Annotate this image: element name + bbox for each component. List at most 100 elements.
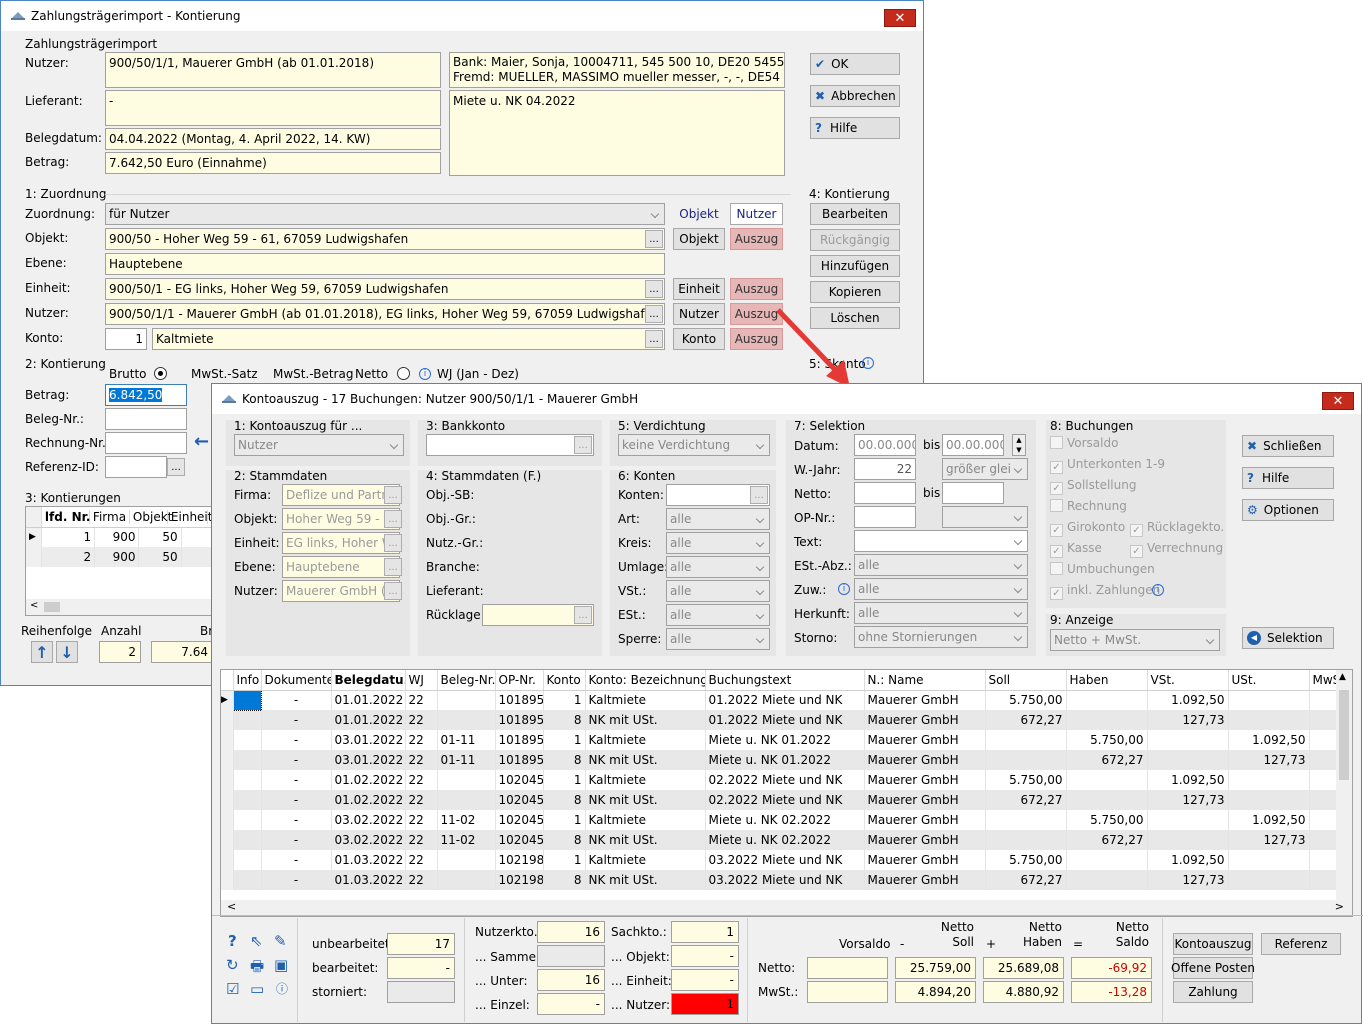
brutto-radio[interactable]: [154, 367, 167, 380]
hilfe-button[interactable]: ? Hilfe: [810, 117, 900, 139]
checkbox-icon[interactable]: ☑: [226, 980, 239, 998]
ebene-browse-button[interactable]: ...: [384, 558, 402, 576]
inkl-zahlungen-checkbox[interactable]: ✓ inkl. Zahlungen: [1050, 583, 1160, 600]
table-row[interactable]: ▶1900501: [26, 527, 212, 547]
grid-header[interactable]: Info: [233, 670, 262, 691]
table-row[interactable]: -03.01.2022 22 01-11 101895 8 NK mit USt. Miet…: [221, 750, 1352, 770]
close-button[interactable]: ✕: [1322, 392, 1354, 410]
girokonto-checkbox[interactable]: ✓ Girokonto: [1050, 520, 1125, 537]
einheit-button[interactable]: Einheit: [673, 278, 725, 300]
referenz-button[interactable]: Referenz: [1261, 933, 1341, 955]
beleg-nr-field[interactable]: [105, 408, 187, 430]
einheit-field[interactable]: 900/50/1 - EG links, Hoher Weg 59, 67059…: [105, 278, 665, 300]
kontierungen-header[interactable]: Objekt: [130, 509, 172, 524]
grid-vscroll[interactable]: ▲: [1336, 670, 1352, 900]
kontierungen-header[interactable]: lfd. Nr.: [42, 509, 90, 524]
rueckgaengig-button[interactable]: Rückgängig: [810, 229, 900, 251]
refresh-icon[interactable]: ↻: [226, 956, 239, 974]
grid-header[interactable]: USt.: [1228, 670, 1310, 691]
office-icon[interactable]: ▣: [274, 956, 288, 974]
umbuchungen-checkbox[interactable]: Umbuchungen: [1050, 562, 1155, 577]
ebene-field[interactable]: Hauptebene: [105, 253, 665, 275]
einheit-auszug-button[interactable]: Auszug: [730, 278, 783, 300]
zuw-select[interactable]: alle: [854, 578, 1028, 600]
selektion-button[interactable]: ◀ Selektion: [1242, 627, 1334, 649]
netto-bis-field[interactable]: [942, 482, 1004, 504]
objekt-auszug-button[interactable]: Auszug: [730, 228, 783, 250]
herkunft-select[interactable]: alle: [854, 602, 1028, 624]
monitor-icon[interactable]: ▭: [250, 980, 264, 998]
arrow-left-icon[interactable]: ←: [194, 431, 209, 452]
table-row[interactable]: -03.02.2022 22 11-02 102045 8 NK mit USt. Miet…: [221, 830, 1352, 850]
table-row[interactable]: ▶ -01.01.2022 22 101895 1 Kaltmiete 01.2022 Mi…: [221, 689, 1352, 711]
est-select[interactable]: alle: [666, 604, 770, 626]
anzeige-select[interactable]: Netto + MwSt.: [1050, 629, 1220, 651]
move-up-button[interactable]: ↑: [31, 641, 53, 663]
rechnung-nr-field[interactable]: [105, 432, 187, 454]
kontierungen-hscroll[interactable]: <: [26, 599, 212, 615]
tab-objekt[interactable]: Objekt: [673, 203, 725, 225]
nutzer-field[interactable]: 900/50/1/1 - Mauerer GmbH (ab 01.01.2018…: [105, 303, 665, 325]
hilfe-button[interactable]: ? Hilfe: [1242, 467, 1334, 489]
ruecklage-browse-button[interactable]: ...: [574, 606, 592, 624]
netto-von-field[interactable]: [854, 482, 916, 504]
optionen-button[interactable]: ⚙ Optionen: [1242, 499, 1334, 521]
verdichtung-select[interactable]: keine Verdichtung: [618, 434, 770, 456]
grid-header[interactable]: Konto: [543, 670, 586, 691]
objekt-browse-button[interactable]: ...: [645, 230, 663, 248]
grid-header[interactable]: Konto: Bezeichnung: [585, 670, 706, 691]
table-row[interactable]: -03.01.2022 22 01-11 101895 1 Kaltmiete Miete …: [221, 730, 1352, 750]
grid-header[interactable]: VSt.: [1147, 670, 1229, 691]
grid-header[interactable]: WJ: [405, 670, 438, 691]
kontoauszug-fuer-select[interactable]: Nutzer: [234, 434, 404, 456]
kasse-checkbox[interactable]: ✓ Kasse: [1050, 541, 1102, 558]
abbrechen-button[interactable]: ✖ Abbrechen: [810, 85, 900, 107]
grid-header[interactable]: Beleg-Nr.: [437, 670, 496, 691]
estabz-select[interactable]: alle: [854, 554, 1028, 576]
einheit-browse-button[interactable]: ...: [384, 534, 402, 552]
referenz-browse-button[interactable]: ...: [167, 458, 185, 476]
table-row[interactable]: -01.02.2022 22 102045 8 NK mit USt. 02.2022 M…: [221, 790, 1352, 810]
kontierungen-header[interactable]: Einheit: [168, 509, 212, 524]
ruecklagekto-checkbox[interactable]: ✓ Rücklagekto.: [1130, 520, 1224, 537]
objekt-browse-button[interactable]: ...: [384, 510, 402, 528]
grid-header[interactable]: Soll: [985, 670, 1067, 691]
objekt-button[interactable]: Objekt: [673, 228, 725, 250]
tab-nutzer[interactable]: Nutzer: [730, 203, 783, 225]
opnr-select[interactable]: [942, 506, 1028, 528]
grid-header[interactable]: Belegdatu...: [331, 670, 406, 691]
konto-button[interactable]: Konto: [673, 328, 725, 350]
bankkonto-field[interactable]: [426, 434, 594, 456]
datum-spinner[interactable]: ▲ ▼: [1012, 434, 1026, 456]
pointer-icon[interactable]: ⇖: [250, 932, 263, 950]
objekt-field[interactable]: 900/50 - Hoher Weg 59 - 61, 67059 Ludwig…: [105, 228, 665, 250]
grid-header[interactable]: Haben: [1066, 670, 1148, 691]
zuordnung-select[interactable]: für Nutzer: [105, 203, 665, 225]
grid-header[interactable]: N.: Name: [864, 670, 986, 691]
sperre-select[interactable]: alle: [666, 628, 770, 650]
verrechnung-checkbox[interactable]: ✓ Verrechnung: [1130, 541, 1223, 558]
vst-select[interactable]: alle: [666, 580, 770, 602]
zahlung-button[interactable]: Zahlung: [1173, 981, 1253, 1003]
table-row[interactable]: 2900501: [26, 547, 212, 567]
nutzer-browse-button[interactable]: ...: [384, 582, 402, 600]
wjahr-operator-select[interactable]: größer glei: [942, 458, 1028, 480]
art-select[interactable]: alle: [666, 508, 770, 530]
grid-header[interactable]: OP-Nr.: [495, 670, 544, 691]
grid-header[interactable]: Dokumente: [261, 670, 332, 691]
datum-von-field[interactable]: 00.00.0000: [854, 434, 916, 456]
wjahr-field[interactable]: 22: [854, 458, 916, 480]
schliessen-button[interactable]: ✖ Schließen: [1242, 435, 1334, 457]
rechnung-checkbox[interactable]: Rechnung: [1050, 499, 1127, 514]
table-row[interactable]: -01.03.2022 22 102198 8 NK mit USt. 03.2022 M…: [221, 870, 1352, 890]
referenz-id-field[interactable]: [105, 456, 167, 478]
table-row[interactable]: -03.02.2022 22 11-02 102045 1 Kaltmiete Miete …: [221, 810, 1352, 830]
betrag-kontierung-field[interactable]: 6.842,50: [105, 384, 187, 406]
hinzufuegen-button[interactable]: Hinzufügen: [810, 255, 900, 277]
info-icon[interactable]: ⓘ: [276, 980, 288, 997]
grid-header[interactable]: Buchungstext: [705, 670, 865, 691]
datum-bis-field[interactable]: 00.00.0000: [942, 434, 1004, 456]
kontierungen-header[interactable]: Firma: [90, 509, 130, 524]
kreis-select[interactable]: alle: [666, 532, 770, 554]
table-row[interactable]: -01.03.2022 22 102198 1 Kaltmiete 03.2022 Mie…: [221, 850, 1352, 870]
